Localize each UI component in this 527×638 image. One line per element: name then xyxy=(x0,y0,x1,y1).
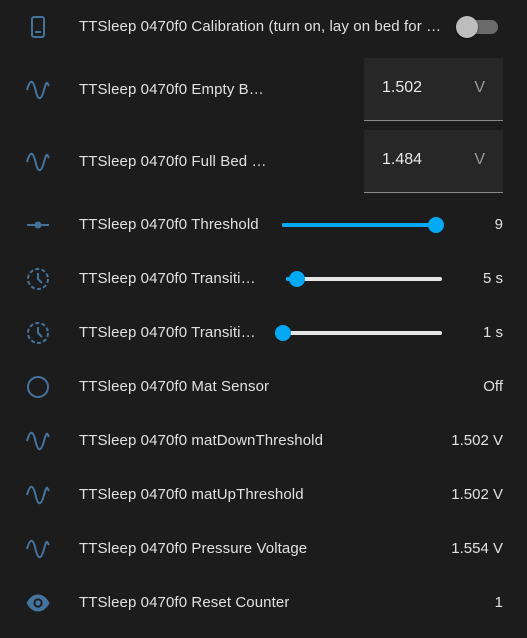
entity-row-reset-counter[interactable]: TTSleep 0470f0 Reset Counter 1 xyxy=(0,576,527,630)
timer-icon xyxy=(24,319,52,347)
entity-name[interactable]: TTSleep 0470f0 Full Bed Voltage xyxy=(79,153,267,170)
input-unit: V xyxy=(474,151,485,168)
input-value[interactable]: 1.502 xyxy=(382,79,422,97)
entity-name[interactable]: TTSleep 0470f0 Mat Sensor xyxy=(79,378,269,395)
entity-name[interactable]: TTSleep 0470f0 Threshold xyxy=(79,216,259,233)
sine-wave-icon xyxy=(24,481,52,509)
input-unit: V xyxy=(474,79,485,96)
entity-name[interactable]: TTSleep 0470f0 Transition Delay xyxy=(79,270,259,287)
entity-row-transition-delay-1: TTSleep 0470f0 Transition Delay 5 s xyxy=(0,252,527,306)
entity-state: 9 xyxy=(494,216,503,233)
input-value[interactable]: 1.484 xyxy=(382,151,422,169)
entity-row-threshold: TTSleep 0470f0 Threshold 9 xyxy=(0,198,527,252)
entity-state: 1 s xyxy=(482,324,503,341)
entity-name[interactable]: TTSleep 0470f0 matDownThreshold xyxy=(79,432,323,449)
entity-row-mat-up-threshold[interactable]: TTSleep 0470f0 matUpThreshold 1.502 V xyxy=(0,468,527,522)
entity-name[interactable]: TTSleep 0470f0 Transition Delay xyxy=(79,324,259,341)
entity-name[interactable]: TTSleep 0470f0 Pressure Voltage xyxy=(79,540,307,557)
entity-state: 5 s xyxy=(482,270,503,287)
sine-wave-icon xyxy=(24,427,52,455)
entity-name[interactable]: TTSleep 0470f0 matUpThreshold xyxy=(79,486,304,503)
circle-outline-icon xyxy=(24,373,52,401)
full-bed-voltage-input[interactable]: 1.484 V xyxy=(364,130,503,193)
entity-state: 1.502 V xyxy=(451,432,503,449)
threshold-slider[interactable] xyxy=(282,215,444,235)
entity-row-calibration[interactable]: TTSleep 0470f0 Calibration (turn on, lay… xyxy=(0,0,527,54)
eye-icon xyxy=(24,589,52,617)
entity-state: Off xyxy=(483,378,503,395)
slider-handle[interactable] xyxy=(427,217,444,233)
entity-name[interactable]: TTSleep 0470f0 Empty Bed Voltage xyxy=(79,81,267,98)
entity-state: 1.554 V xyxy=(451,540,503,557)
entity-state: 1.502 V xyxy=(451,486,503,503)
entity-row-transition-delay-2: TTSleep 0470f0 Transition Delay 1 s xyxy=(0,306,527,360)
sine-wave-icon xyxy=(24,76,52,104)
slider-icon xyxy=(24,211,52,239)
sine-wave-icon xyxy=(24,535,52,563)
entity-row-pressure-voltage[interactable]: TTSleep 0470f0 Pressure Voltage 1.554 V xyxy=(0,522,527,576)
entity-name[interactable]: TTSleep 0470f0 Reset Counter xyxy=(79,594,289,611)
transition-delay-slider[interactable] xyxy=(275,323,442,343)
empty-bed-voltage-input[interactable]: 1.502 V xyxy=(364,58,503,121)
entity-row-empty-bed-voltage: TTSleep 0470f0 Empty Bed Voltage 1.502 V xyxy=(0,58,527,122)
transition-delay-slider[interactable] xyxy=(286,269,442,289)
entity-row-full-bed-voltage: TTSleep 0470f0 Full Bed Voltage 1.484 V xyxy=(0,130,527,194)
entities-list: TTSleep 0470f0 Calibration (turn on, lay… xyxy=(0,0,527,638)
entity-row-mat-down-threshold[interactable]: TTSleep 0470f0 matDownThreshold 1.502 V xyxy=(0,414,527,468)
slider-handle[interactable] xyxy=(288,271,305,287)
slider-handle[interactable] xyxy=(275,325,291,341)
entity-state: 1 xyxy=(494,594,503,611)
entity-name[interactable]: TTSleep 0470f0 Calibration (turn on, lay… xyxy=(79,18,444,35)
phone-icon xyxy=(24,13,52,41)
entity-row-mat-sensor[interactable]: TTSleep 0470f0 Mat Sensor Off xyxy=(0,360,527,414)
timer-icon xyxy=(24,265,52,293)
calibration-toggle[interactable] xyxy=(456,16,498,38)
sine-wave-icon xyxy=(24,148,52,176)
